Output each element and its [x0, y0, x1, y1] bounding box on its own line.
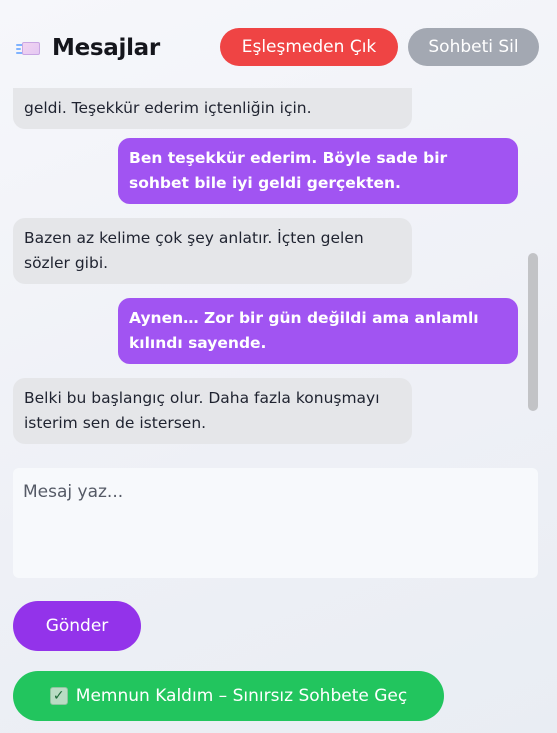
message-incoming: geldi. Teşekkür ederim içtenliğin için. [13, 88, 412, 129]
message-outgoing: Ben teşekkür ederim. Böyle sade bir sohb… [118, 138, 518, 204]
envelope-sparkle-icon [16, 39, 42, 57]
chat-scrollbar[interactable] [528, 253, 538, 411]
message-text: geldi. Teşekkür ederim içtenliğin için. [24, 99, 312, 117]
title-group: Mesajlar [16, 35, 160, 61]
page-title: Mesajlar [52, 35, 160, 61]
exit-match-button[interactable]: Eşleşmeden Çık [220, 28, 398, 66]
message-text: Ben teşekkür ederim. Böyle sade bir sohb… [129, 149, 448, 192]
check-icon: ✓ [49, 687, 68, 705]
message-text: Aynen… Zor bir gün değildi ama anlamlı k… [129, 309, 479, 352]
upgrade-unlimited-chat-button[interactable]: ✓ Memnun Kaldım – Sınırsız Sohbete Geç [13, 671, 444, 721]
message-input[interactable] [13, 468, 538, 578]
send-button[interactable]: Gönder [13, 601, 141, 651]
message-text: Belki bu başlangıç olur. Daha fazla konu… [24, 389, 380, 432]
header-actions: Eşleşmeden Çık Sohbeti Sil [220, 28, 539, 66]
message-incoming: Bazen az kelime çok şey anlatır. İçten g… [13, 218, 412, 284]
message-outgoing: Aynen… Zor bir gün değildi ama anlamlı k… [118, 298, 518, 364]
upgrade-label: Memnun Kaldım – Sınırsız Sohbete Geç [75, 686, 408, 706]
delete-chat-button[interactable]: Sohbeti Sil [408, 28, 539, 66]
message-incoming: Belki bu başlangıç olur. Daha fazla konu… [13, 378, 412, 444]
message-text: Bazen az kelime çok şey anlatır. İçten g… [24, 229, 364, 272]
chat-header: Mesajlar Eşleşmeden Çık Sohbeti Sil [0, 0, 557, 88]
message-list[interactable]: geldi. Teşekkür ederim içtenliğin için. … [12, 88, 540, 450]
